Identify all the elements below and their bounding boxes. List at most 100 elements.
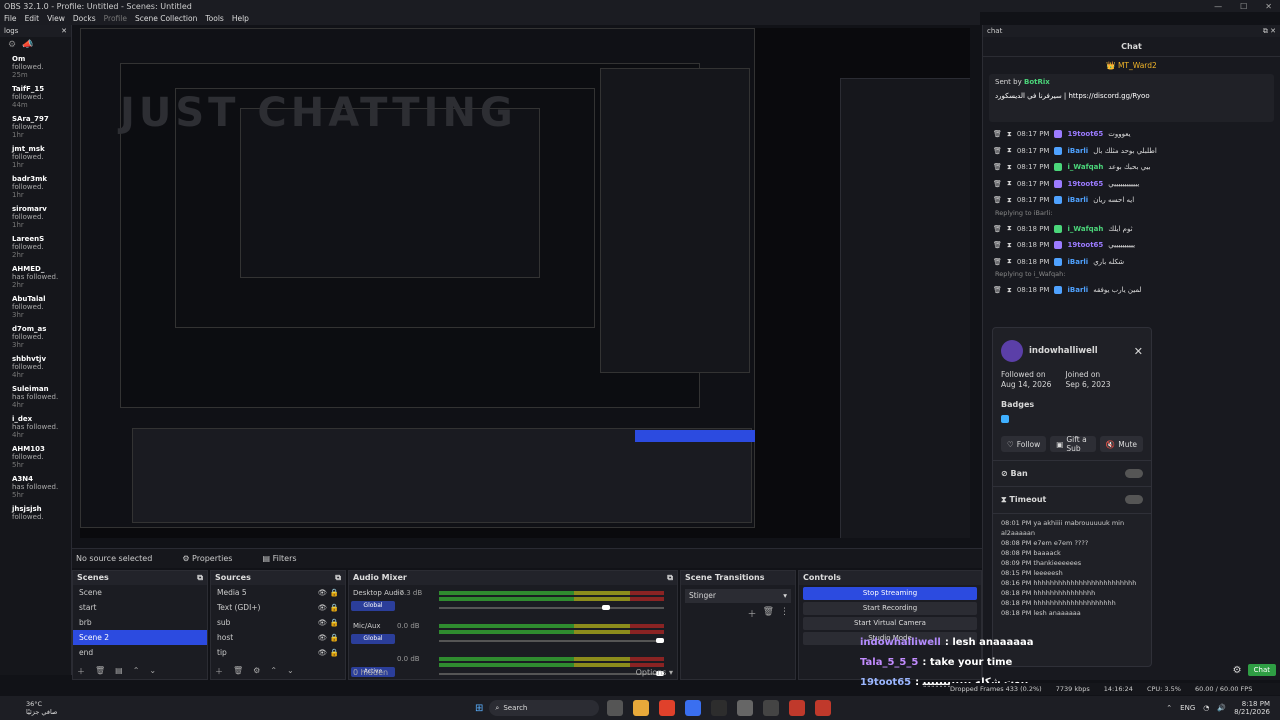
start-icon[interactable]: ⊞: [475, 699, 483, 717]
add-transition-icon[interactable]: ＋: [748, 607, 757, 620]
menu-scene-collection[interactable]: Scene Collection: [135, 14, 197, 23]
move-down-icon[interactable]: ⌄: [287, 666, 294, 677]
timeout-icon[interactable]: ⧗: [1007, 130, 1012, 139]
app-icon[interactable]: [815, 700, 832, 716]
delete-icon[interactable]: 🗑: [993, 147, 1002, 155]
mixer-options-button[interactable]: Options ▾: [636, 668, 673, 677]
remove-source-icon[interactable]: 🗑: [233, 666, 243, 677]
ban-toggle[interactable]: [1125, 469, 1143, 478]
add-source-icon[interactable]: ＋: [215, 666, 223, 677]
chat-message[interactable]: 🗑 ⧗ 08:17 PM iBarli اطلبلي بوحد مثلك بال: [983, 143, 1280, 160]
source-item[interactable]: Text (GDI+) 👁 🔒: [211, 600, 345, 615]
menu-view[interactable]: View: [47, 14, 65, 23]
scene-item[interactable]: Scene 2: [73, 630, 207, 645]
timeout-toggle[interactable]: [1125, 495, 1143, 504]
message-user[interactable]: iBarli: [1067, 196, 1088, 204]
minimize-icon[interactable]: —: [1214, 2, 1222, 11]
start-virtual-camera-button[interactable]: Start Virtual Camera: [803, 617, 977, 630]
timeout-icon[interactable]: ⧗: [1007, 146, 1012, 155]
visibility-lock-icon[interactable]: 👁 🔒: [318, 633, 339, 642]
visibility-lock-icon[interactable]: 👁 🔒: [318, 603, 339, 612]
weather-widget[interactable]: 36°C صافي جزئيًا: [0, 700, 70, 716]
move-up-icon[interactable]: ⌃: [270, 666, 277, 677]
delete-icon[interactable]: 🗑: [993, 180, 1002, 188]
timeout-icon[interactable]: ⧗: [1007, 224, 1012, 233]
chat-message[interactable]: 🗑 ⧗ 08:18 PM iBarli لمين يارب يوفقه: [983, 282, 1280, 299]
dock-float-icon[interactable]: ⧉: [667, 573, 673, 583]
move-down-icon[interactable]: ⌄: [149, 666, 156, 677]
language-indicator[interactable]: ENG: [1180, 704, 1195, 712]
gift-sub-button[interactable]: ▣ Gift a Sub: [1050, 435, 1096, 453]
clock[interactable]: 8:18 PM 8/21/2026: [1234, 700, 1270, 716]
scene-filters-icon[interactable]: ▤: [115, 666, 123, 677]
chat-message[interactable]: 🗑 ⧗ 08:18 PM iBarli شكله باري: [983, 254, 1280, 271]
scene-item[interactable]: brb: [73, 615, 207, 630]
brave-browser-icon[interactable]: [659, 700, 676, 716]
settings-icon[interactable]: ⚙: [1233, 665, 1242, 676]
taskbar-search[interactable]: ⌕ Search: [489, 700, 600, 716]
message-user[interactable]: i_Wafqah: [1067, 225, 1103, 233]
file-explorer-icon[interactable]: [607, 700, 624, 716]
chat-message[interactable]: 🗑 ⧗ 08:17 PM 19toot65 ييييييييييييي: [983, 176, 1280, 193]
dock-float-icon[interactable]: ⧉: [335, 573, 341, 583]
timeout-icon[interactable]: ⧗: [1007, 179, 1012, 188]
delete-icon[interactable]: 🗑: [993, 196, 1002, 204]
scene-item[interactable]: end: [73, 645, 207, 660]
dock-float-icon[interactable]: ⧉: [197, 573, 203, 583]
move-up-icon[interactable]: ⌃: [133, 666, 140, 677]
message-user[interactable]: iBarli: [1067, 286, 1088, 294]
message-user[interactable]: 19toot65: [1067, 241, 1103, 249]
volume-slider[interactable]: [439, 638, 664, 643]
stop-streaming-button[interactable]: Stop Streaming: [803, 587, 977, 600]
add-scene-icon[interactable]: ＋: [77, 666, 85, 677]
discord-icon[interactable]: [685, 700, 702, 716]
menu-docks[interactable]: Docks: [73, 14, 96, 23]
transition-select[interactable]: Stinger ▾: [685, 589, 791, 603]
source-item[interactable]: sub 👁 🔒: [211, 615, 345, 630]
timeout-icon[interactable]: ⧗: [1007, 163, 1012, 172]
menu-file[interactable]: File: [4, 14, 17, 23]
delete-icon[interactable]: 🗑: [993, 286, 1002, 294]
timeout-icon[interactable]: ⧗: [1007, 241, 1012, 250]
chat-message[interactable]: 🗑 ⧗ 08:18 PM 19toot65 ييييييييييي: [983, 237, 1280, 254]
close-icon[interactable]: ✕: [61, 27, 67, 35]
chat-message[interactable]: 🗑 ⧗ 08:17 PM i_Wafqah بيي بحبك بوعد: [983, 159, 1280, 176]
scene-item[interactable]: start: [73, 600, 207, 615]
follow-button[interactable]: ♡ Follow: [1001, 436, 1047, 452]
maximize-icon[interactable]: ☐: [1240, 2, 1247, 11]
message-user[interactable]: 19toot65: [1067, 180, 1103, 188]
volume-knob[interactable]: [601, 605, 610, 610]
preview-canvas[interactable]: JUST CHATTING: [80, 28, 970, 538]
menu-help[interactable]: Help: [232, 14, 249, 23]
remove-transition-icon[interactable]: 🗑: [763, 607, 774, 620]
close-icon[interactable]: ✕: [1265, 2, 1272, 11]
source-props-icon[interactable]: ⚙: [253, 666, 260, 677]
folder-icon[interactable]: [633, 700, 650, 716]
delete-icon[interactable]: 🗑: [993, 163, 1002, 171]
menu-tools[interactable]: Tools: [205, 14, 223, 23]
remove-scene-icon[interactable]: 🗑: [95, 666, 105, 677]
source-item[interactable]: host 👁 🔒: [211, 630, 345, 645]
message-user[interactable]: iBarli: [1067, 147, 1088, 155]
delete-icon[interactable]: 🗑: [993, 130, 1002, 138]
message-user[interactable]: 19toot65: [1067, 130, 1103, 138]
timeout-icon[interactable]: ⧗: [1007, 286, 1012, 295]
start-recording-button[interactable]: Start Recording: [803, 602, 977, 615]
mute-button[interactable]: 🔇 Mute: [1099, 436, 1143, 452]
message-user[interactable]: iBarli: [1067, 258, 1088, 266]
app-icon[interactable]: [789, 700, 806, 716]
megaphone-icon[interactable]: 📣: [22, 40, 33, 50]
obs-icon[interactable]: [763, 700, 780, 716]
terminal-icon[interactable]: [711, 700, 728, 716]
source-item[interactable]: Media 5 👁 🔒: [211, 585, 345, 600]
chat-message[interactable]: 🗑 ⧗ 08:18 PM i_Wafqah ثوم ايلك: [983, 221, 1280, 238]
chat-message[interactable]: 🗑 ⧗ 08:17 PM iBarli ايه احسه ريان: [983, 192, 1280, 209]
visibility-lock-icon[interactable]: 👁 🔒: [318, 588, 339, 597]
close-icon[interactable]: ⧉ ✕: [1263, 27, 1276, 35]
menu-profile[interactable]: Profile: [104, 14, 127, 23]
visibility-lock-icon[interactable]: 👁 🔒: [318, 648, 339, 657]
delete-icon[interactable]: 🗑: [993, 241, 1002, 249]
chat-send-button[interactable]: Chat: [1247, 664, 1276, 676]
properties-button[interactable]: ⚙ Properties: [182, 554, 232, 563]
transition-props-icon[interactable]: ⋮: [780, 607, 789, 620]
